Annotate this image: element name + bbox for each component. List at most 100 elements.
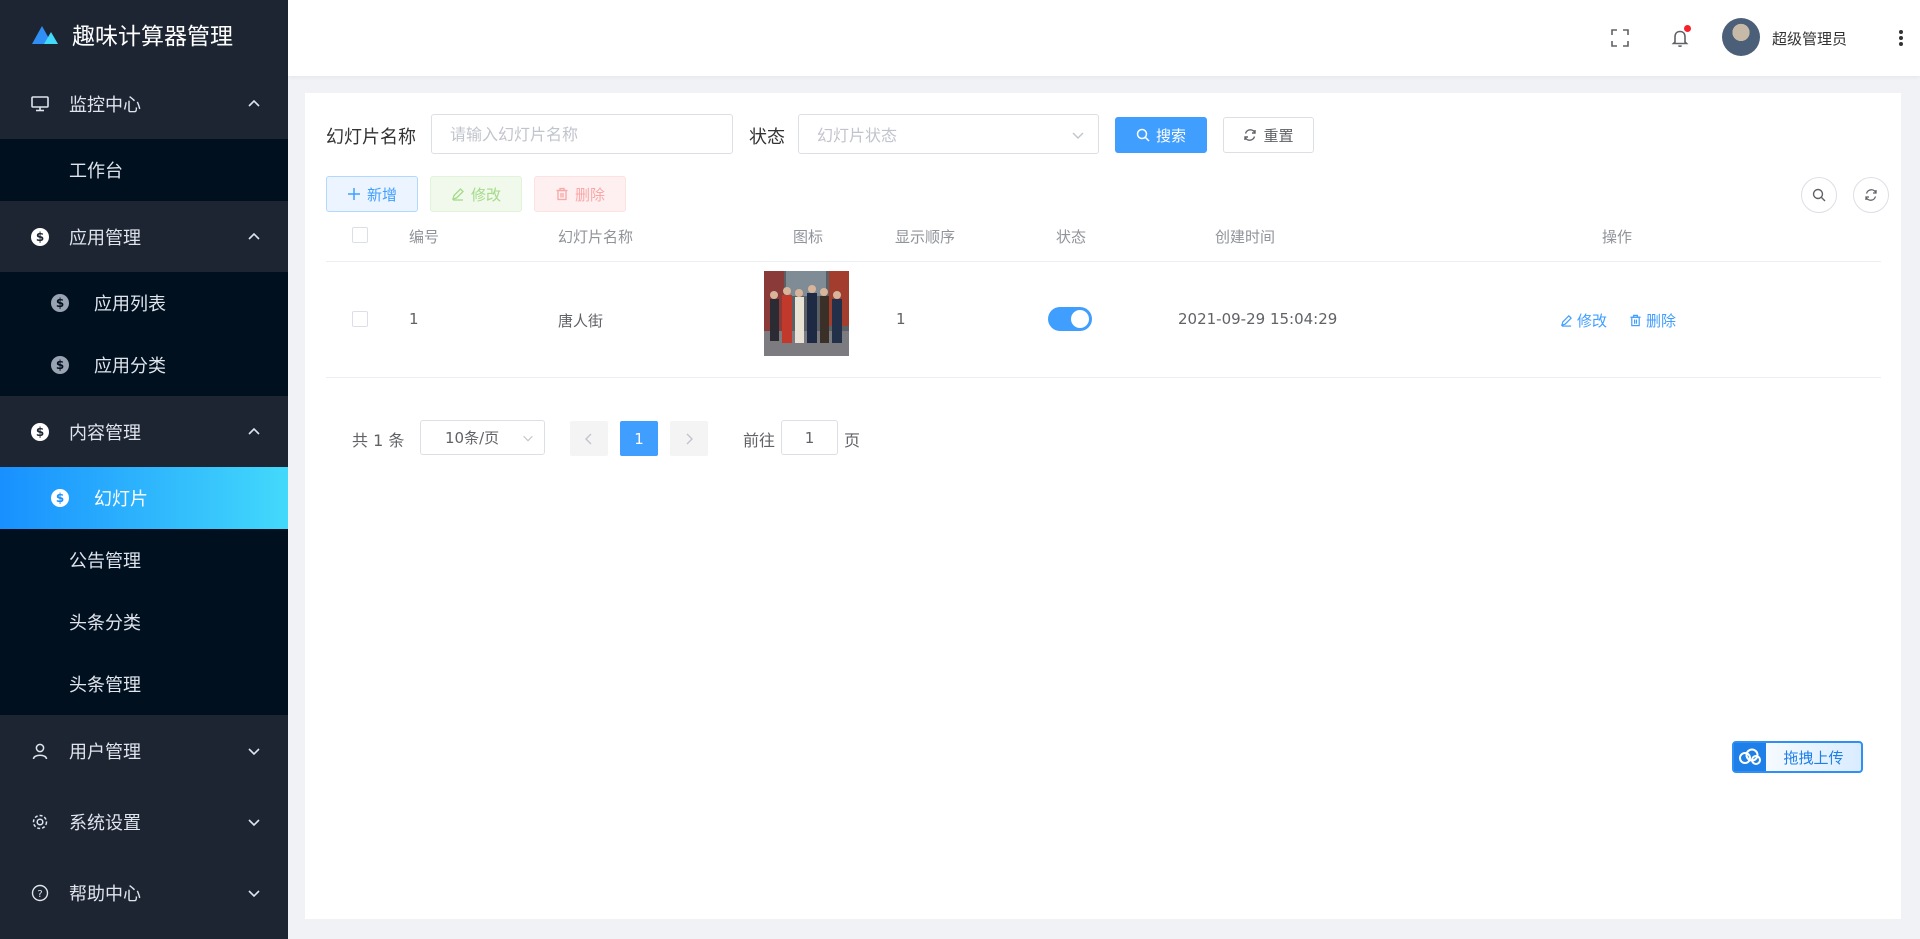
sidebar-item-app-category[interactable]: $ 应用分类 (0, 334, 288, 396)
trash-icon (556, 187, 568, 201)
row-edit-link[interactable]: 修改 (1560, 310, 1607, 331)
table-row-divider (326, 377, 1881, 378)
sidebar-group-label: 用户管理 (69, 741, 141, 763)
sidebar-item-slides[interactable]: $ 幻灯片 (0, 467, 288, 529)
chevron-up-icon (248, 99, 260, 107)
slide-thumbnail[interactable] (764, 271, 849, 356)
chevron-down-icon (523, 435, 533, 442)
add-button[interactable]: 新增 (326, 176, 418, 212)
search-icon (1136, 128, 1150, 142)
pagination-total: 共 1 条 (352, 431, 405, 450)
app-title: 趣味计算器管理 (72, 24, 233, 50)
sidebar-item-app-list[interactable]: $ 应用列表 (0, 272, 288, 334)
row-delete-label: 删除 (1646, 312, 1677, 330)
prev-page-button[interactable] (570, 421, 608, 456)
sidebar-group-help[interactable]: ? 帮助中心 (0, 857, 288, 928)
chevron-down-icon (248, 889, 260, 897)
sidebar-group-monitor[interactable]: 监控中心 (0, 68, 288, 139)
column-header-order: 显示顺序 (895, 228, 956, 246)
sidebar-item-label: 幻灯片 (94, 489, 148, 510)
avatar[interactable] (1722, 18, 1760, 56)
refresh-icon (1244, 129, 1257, 141)
chevron-up-icon (248, 427, 260, 435)
sidebar-group-users[interactable]: 用户管理 (0, 715, 288, 786)
reset-button-label: 重置 (1263, 126, 1294, 145)
gear-icon (30, 812, 50, 832)
sidebar-item-label: 头条管理 (69, 675, 141, 696)
row-checkbox[interactable] (352, 311, 368, 327)
top-header: 超级管理员 (288, 0, 1920, 76)
edit-icon (452, 188, 464, 201)
row-edit-label: 修改 (1577, 312, 1608, 330)
sidebar-group-settings[interactable]: 系统设置 (0, 786, 288, 857)
status-select[interactable]: 幻灯片状态 (798, 114, 1099, 154)
sidebar-group-apps[interactable]: $ 应用管理 (0, 201, 288, 272)
app-logo[interactable]: 趣味计算器管理 (0, 0, 288, 68)
sidebar-group-label: 内容管理 (69, 422, 141, 444)
page-size-value: 10条/页 (445, 429, 500, 447)
sidebar-item-headlines[interactable]: 头条管理 (0, 653, 288, 715)
row-name: 唐人街 (558, 312, 604, 330)
dollar-circle-icon: $ (50, 488, 70, 508)
next-page-button[interactable] (670, 421, 708, 456)
chevron-up-icon (248, 232, 260, 240)
sidebar: 趣味计算器管理 监控中心 工作台 $ 应用管理 $ 应用列表 $ 应用分类 $ … (0, 0, 288, 939)
fullscreen-icon[interactable] (1608, 26, 1632, 50)
row-created: 2021-09-29 15:04:29 (1178, 310, 1338, 328)
notification-dot (1684, 25, 1691, 32)
sidebar-item-workbench[interactable]: 工作台 (0, 139, 288, 201)
row-delete-link[interactable]: 删除 (1629, 310, 1676, 331)
main-content: 幻灯片名称 状态 幻灯片状态 搜索 重置 新增 修改 删除 编号 幻灯片名称 图… (305, 93, 1901, 919)
column-header-icon: 图标 (793, 228, 824, 246)
toggle-search-button[interactable] (1801, 177, 1837, 213)
sidebar-item-label: 应用分类 (94, 356, 166, 377)
drag-upload-widget[interactable]: 拖拽上传 (1732, 741, 1863, 773)
search-button[interactable]: 搜索 (1115, 117, 1207, 153)
page-unit-label: 页 (844, 431, 861, 450)
dollar-circle-icon: $ (50, 355, 70, 375)
refresh-table-button[interactable] (1853, 177, 1889, 213)
slide-name-input[interactable] (431, 114, 733, 154)
sidebar-group-label: 系统设置 (69, 812, 141, 834)
chevron-left-icon (585, 433, 592, 444)
sidebar-group-label: 应用管理 (69, 227, 141, 249)
column-header-actions: 操作 (1602, 228, 1633, 246)
toggle-knob (1071, 310, 1089, 328)
bell-icon[interactable] (1668, 25, 1692, 50)
page-size-select[interactable]: 10条/页 (420, 420, 545, 455)
row-id: 1 (409, 310, 419, 328)
sidebar-item-label: 公告管理 (69, 551, 141, 572)
logo-icon (32, 26, 58, 44)
column-header-name: 幻灯片名称 (558, 228, 634, 246)
search-icon (1812, 188, 1826, 202)
user-icon (30, 741, 50, 761)
help-circle-icon: ? (30, 883, 50, 903)
column-header-id: 编号 (409, 228, 440, 246)
status-label: 状态 (749, 127, 785, 148)
sidebar-submenu-content: $ 幻灯片 公告管理 头条分类 头条管理 (0, 467, 288, 715)
drag-upload-label: 拖拽上传 (1783, 748, 1844, 767)
row-order: 1 (896, 310, 906, 328)
column-header-created: 创建时间 (1215, 228, 1276, 246)
select-all-checkbox[interactable] (352, 227, 368, 243)
page-number-button[interactable]: 1 (620, 421, 658, 456)
chevron-right-icon (686, 433, 693, 444)
edit-button-label: 修改 (470, 185, 501, 204)
sidebar-item-notices[interactable]: 公告管理 (0, 529, 288, 591)
monitor-icon (30, 94, 50, 114)
goto-page-input[interactable]: 1 (781, 420, 838, 455)
sidebar-group-content[interactable]: $ 内容管理 (0, 396, 288, 467)
edit-icon (1560, 315, 1572, 327)
delete-button[interactable]: 删除 (534, 176, 626, 212)
edit-button[interactable]: 修改 (430, 176, 522, 212)
sidebar-group-label: 帮助中心 (69, 883, 141, 905)
sidebar-item-label: 应用列表 (94, 294, 166, 315)
username[interactable]: 超级管理员 (1772, 28, 1847, 49)
sidebar-submenu-monitor: 工作台 (0, 139, 288, 201)
reset-button[interactable]: 重置 (1223, 117, 1314, 153)
slide-name-label: 幻灯片名称 (326, 127, 416, 148)
dollar-circle-icon: $ (30, 227, 50, 247)
more-vertical-icon[interactable] (1889, 26, 1913, 50)
sidebar-item-headline-category[interactable]: 头条分类 (0, 591, 288, 653)
status-toggle[interactable] (1048, 307, 1092, 331)
